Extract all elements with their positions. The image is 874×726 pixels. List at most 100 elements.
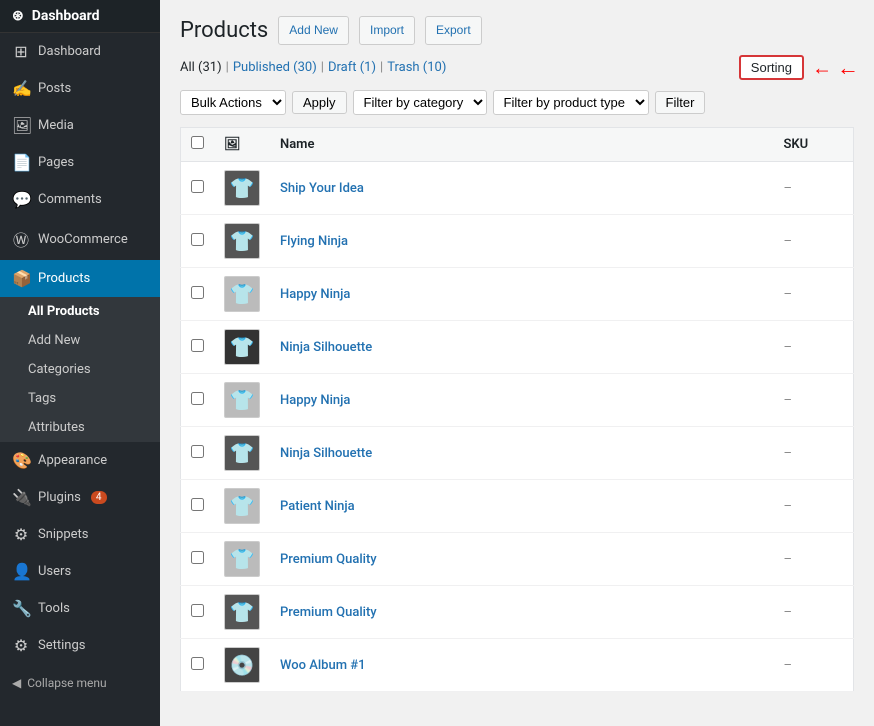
- tab-draft-count: (1): [360, 60, 376, 75]
- product-name-link[interactable]: Premium Quality: [280, 552, 377, 567]
- row-sku-cell: –: [774, 639, 854, 692]
- filter-type-select[interactable]: Filter by product type: [493, 90, 649, 115]
- sidebar-item-add-new[interactable]: Add New: [0, 326, 160, 355]
- row-image-cell: 👕: [214, 268, 270, 321]
- main-content: Products Add New Import Export All (31) …: [160, 0, 874, 726]
- tab-published[interactable]: Published (30): [233, 60, 317, 75]
- plugins-badge: 4: [91, 491, 107, 504]
- sidebar-item-all-products[interactable]: All Products: [0, 297, 160, 326]
- name-col-header[interactable]: Name: [270, 128, 774, 162]
- row-image-cell: 👕: [214, 533, 270, 586]
- sku-col-label: SKU: [784, 137, 809, 152]
- sidebar-item-settings[interactable]: ⚙ Settings: [0, 627, 160, 664]
- tab-all[interactable]: All (31): [180, 60, 222, 75]
- add-new-button[interactable]: Add New: [278, 16, 349, 45]
- attributes-label: Attributes: [28, 420, 85, 435]
- sidebar-item-appearance[interactable]: 🎨 Appearance: [0, 442, 160, 479]
- product-name-link[interactable]: Happy Ninja: [280, 393, 350, 408]
- sidebar-item-tags[interactable]: Tags: [0, 384, 160, 413]
- row-checkbox[interactable]: [191, 392, 204, 405]
- sku-value: –: [784, 499, 793, 514]
- sidebar-item-comments[interactable]: 💬 Comments: [0, 181, 160, 218]
- sidebar-item-woocommerce[interactable]: Ⓦ WooCommerce: [0, 218, 160, 260]
- row-name-cell: Premium Quality: [270, 533, 774, 586]
- product-name-link[interactable]: Premium Quality: [280, 605, 377, 620]
- collapse-menu[interactable]: ◀ Collapse menu: [0, 668, 160, 698]
- sidebar-item-tools[interactable]: 🔧 Tools: [0, 590, 160, 627]
- row-sku-cell: –: [774, 586, 854, 639]
- product-name-link[interactable]: Ninja Silhouette: [280, 446, 372, 461]
- product-thumbnail: 👕: [224, 435, 260, 471]
- sidebar-item-products[interactable]: 📦 Products ◀: [0, 260, 160, 297]
- row-checkbox[interactable]: [191, 445, 204, 458]
- row-checkbox[interactable]: [191, 657, 204, 670]
- row-sku-cell: –: [774, 480, 854, 533]
- filter-button[interactable]: Filter: [655, 91, 706, 114]
- bulk-actions-select[interactable]: Bulk Actions: [180, 90, 286, 115]
- product-img-icon: 👕: [230, 494, 255, 518]
- apply-button[interactable]: Apply: [292, 91, 347, 114]
- sku-value: –: [784, 393, 793, 408]
- product-name-link[interactable]: Flying Ninja: [280, 234, 348, 249]
- product-name-link[interactable]: Patient Ninja: [280, 499, 355, 514]
- tab-trash[interactable]: Trash (10): [387, 60, 446, 75]
- sidebar-item-dashboard[interactable]: ⊞ Dashboard: [0, 33, 160, 70]
- product-name-link[interactable]: Woo Album #1: [280, 658, 365, 673]
- sidebar-item-label: Settings: [38, 638, 85, 653]
- product-img-icon: 👕: [230, 388, 255, 412]
- sku-col-header: SKU: [774, 128, 854, 162]
- sidebar-item-users[interactable]: 👤 Users: [0, 553, 160, 590]
- product-thumbnail: 💿: [224, 647, 260, 683]
- row-checkbox[interactable]: [191, 286, 204, 299]
- import-button[interactable]: Import: [359, 16, 415, 45]
- sidebar-item-media[interactable]: 🖼 Media: [0, 107, 160, 144]
- product-name-link[interactable]: Happy Ninja: [280, 287, 350, 302]
- row-checkbox[interactable]: [191, 233, 204, 246]
- all-products-label: All Products: [28, 304, 100, 319]
- row-image-cell: 👕: [214, 215, 270, 268]
- product-thumbnail: 👕: [224, 541, 260, 577]
- table-row: 👕 Premium Quality –: [181, 586, 854, 639]
- sidebar-logo[interactable]: ⊛ Dashboard: [0, 0, 160, 33]
- row-checkbox[interactable]: [191, 339, 204, 352]
- row-checkbox[interactable]: [191, 498, 204, 511]
- sidebar-item-categories[interactable]: Categories: [0, 355, 160, 384]
- sidebar-item-pages[interactable]: 📄 Pages: [0, 144, 160, 181]
- sku-value: –: [784, 234, 793, 249]
- tab-draft-label: Draft: [328, 60, 357, 75]
- sku-value: –: [784, 340, 793, 355]
- filter-category-select[interactable]: Filter by category: [353, 90, 487, 115]
- page-title: Products: [180, 18, 268, 43]
- row-sku-cell: –: [774, 268, 854, 321]
- separator-1: |: [226, 60, 229, 75]
- categories-label: Categories: [28, 362, 91, 377]
- row-checkbox[interactable]: [191, 180, 204, 193]
- tab-draft[interactable]: Draft (1): [328, 60, 376, 75]
- row-checkbox[interactable]: [191, 604, 204, 617]
- sorting-button[interactable]: Sorting: [739, 55, 804, 80]
- export-button[interactable]: Export: [425, 16, 482, 45]
- row-checkbox-cell: [181, 427, 215, 480]
- row-sku-cell: –: [774, 321, 854, 374]
- product-thumbnail: 👕: [224, 382, 260, 418]
- sidebar-item-label: Comments: [38, 192, 102, 207]
- select-all-checkbox[interactable]: [191, 136, 204, 149]
- sidebar-item-label: Posts: [38, 81, 71, 96]
- row-checkbox-cell: [181, 586, 215, 639]
- row-checkbox[interactable]: [191, 551, 204, 564]
- row-image-cell: 👕: [214, 427, 270, 480]
- sidebar-item-label: Appearance: [38, 453, 107, 468]
- product-name-link[interactable]: Ninja Silhouette: [280, 340, 372, 355]
- posts-icon: ✍: [12, 79, 30, 98]
- sidebar-item-posts[interactable]: ✍ Posts: [0, 70, 160, 107]
- bulk-actions-row: Bulk Actions Apply Filter by category Fi…: [180, 90, 854, 115]
- sidebar-item-attributes[interactable]: Attributes: [0, 413, 160, 442]
- sku-value: –: [784, 658, 793, 673]
- row-name-cell: Ninja Silhouette: [270, 321, 774, 374]
- tab-trash-label: Trash: [387, 60, 419, 75]
- product-name-link[interactable]: Ship Your Idea: [280, 181, 364, 196]
- site-name: Dashboard: [32, 8, 100, 24]
- sidebar-item-plugins[interactable]: 🔌 Plugins 4: [0, 479, 160, 516]
- add-new-label: Add New: [28, 333, 80, 348]
- sidebar-item-snippets[interactable]: ⚙ Snippets: [0, 516, 160, 553]
